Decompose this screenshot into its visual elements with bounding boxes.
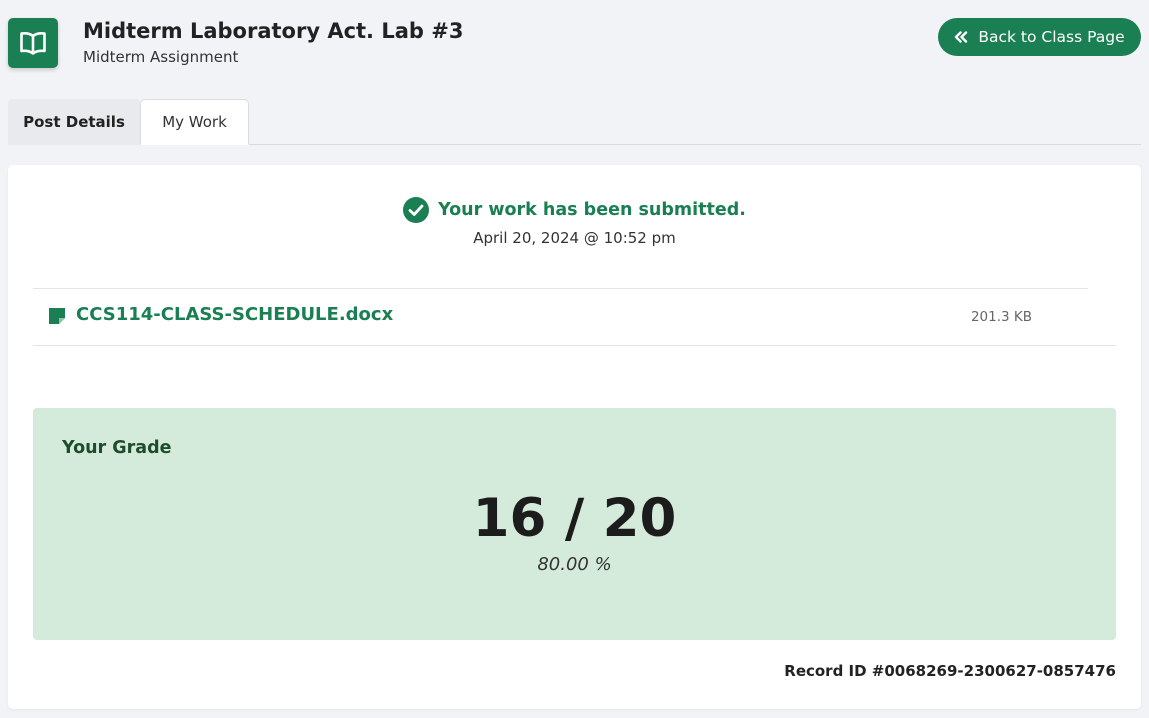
my-work-card: Your work has been submitted. April 20, … — [8, 165, 1141, 709]
record-id: Record ID #0068269-2300627-0857476 — [784, 662, 1116, 680]
page-title: Midterm Laboratory Act. Lab #3 — [83, 19, 464, 43]
open-book-icon — [8, 18, 58, 68]
page-subtitle: Midterm Assignment — [83, 48, 239, 66]
check-circle-icon — [403, 197, 430, 223]
grade-percent: 80.00 % — [537, 554, 612, 575]
submission-status-text: Your work has been submitted. — [438, 200, 746, 220]
submission-timestamp: April 20, 2024 @ 10:52 pm — [473, 229, 676, 247]
file-row[interactable]: CCS114-CLASS-SCHEDULE.docx 201.3 KB — [33, 288, 1088, 345]
file-size: 201.3 KB — [970, 309, 1032, 325]
grade-label: Your Grade — [62, 438, 172, 458]
submission-status: Your work has been submitted. April 20, … — [8, 197, 1141, 247]
page-header: Midterm Laboratory Act. Lab #3 Midterm A… — [0, 0, 1149, 96]
file-icon — [48, 307, 66, 329]
grade-box: Your Grade 16 / 20 80.00 % — [33, 408, 1116, 640]
tab-post-details[interactable]: Post Details — [8, 99, 140, 145]
grade-score: 16 / 20 — [472, 488, 677, 549]
tab-my-work[interactable]: My Work — [140, 99, 249, 145]
back-button-label: Back to Class Page — [978, 28, 1125, 46]
file-name-link[interactable]: CCS114-CLASS-SCHEDULE.docx — [76, 304, 393, 325]
title-block: Midterm Laboratory Act. Lab #3 Midterm A… — [83, 17, 463, 68]
double-chevron-left-icon — [954, 31, 968, 43]
tab-bar: Post Details My Work — [8, 99, 1141, 145]
back-to-class-button[interactable]: Back to Class Page — [938, 18, 1141, 56]
divider — [33, 345, 1116, 346]
